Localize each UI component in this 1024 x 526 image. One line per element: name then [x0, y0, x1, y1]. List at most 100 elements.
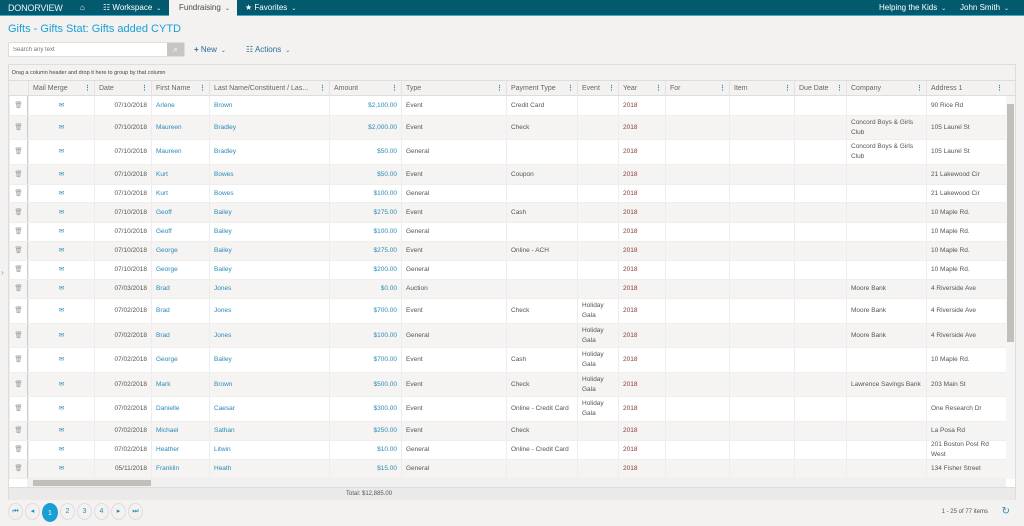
- column-menu-icon[interactable]: ⋮: [496, 81, 503, 96]
- table-row[interactable]: 🗑︎ ✉ 07/02/2018 Danielle Caesar $300.00 Event O…: [9, 397, 1006, 422]
- scroll-thumb[interactable]: [33, 480, 151, 486]
- trash-icon[interactable]: 🗑︎: [9, 299, 28, 323]
- user-menu[interactable]: John Smith ⌄: [960, 0, 1009, 16]
- group-by-hint[interactable]: Drag a column header and drop it here to…: [9, 65, 1015, 81]
- cell-first-name[interactable]: Geoff: [151, 203, 209, 222]
- column-header[interactable]: Amount ⋮: [329, 81, 401, 96]
- mail-merge-icon[interactable]: ✉: [28, 441, 94, 459]
- mail-merge-icon[interactable]: ✉: [28, 422, 94, 440]
- column-menu-icon[interactable]: ⋮: [567, 81, 574, 96]
- org-menu[interactable]: Helping the Kids ⌄: [879, 0, 946, 16]
- column-menu-icon[interactable]: ⋮: [608, 81, 615, 96]
- cell-first-name[interactable]: Maureen: [151, 116, 209, 139]
- column-menu-icon[interactable]: ⋮: [784, 81, 791, 96]
- cell-last-name[interactable]: Bradley: [209, 140, 329, 164]
- column-menu-icon[interactable]: ⋮: [199, 81, 206, 96]
- nav-workspace[interactable]: ☷ Workspace ⌄: [103, 0, 161, 16]
- cell-first-name[interactable]: Kurt: [151, 165, 209, 184]
- cell-last-name[interactable]: Jones: [209, 299, 329, 323]
- column-header[interactable]: Item ⋮: [729, 81, 794, 96]
- column-header[interactable]: First Name ⋮: [151, 81, 209, 96]
- cell-first-name[interactable]: Brad: [151, 324, 209, 347]
- mail-merge-icon[interactable]: ✉: [28, 324, 94, 347]
- column-header[interactable]: Mail Merge ⋮: [28, 81, 94, 96]
- mail-merge-icon[interactable]: ✉: [28, 185, 94, 202]
- refresh-icon[interactable]: ↻: [1002, 506, 1010, 517]
- cell-last-name[interactable]: Jones: [209, 280, 329, 298]
- horizontal-scrollbar[interactable]: [27, 479, 1006, 487]
- mail-merge-icon[interactable]: ✉: [28, 96, 94, 115]
- trash-icon[interactable]: 🗑︎: [9, 140, 28, 164]
- cell-first-name[interactable]: George: [151, 348, 209, 372]
- trash-icon[interactable]: 🗑︎: [9, 116, 28, 139]
- next-page-icon[interactable]: ▸: [111, 503, 126, 520]
- cell-last-name[interactable]: Bailey: [209, 242, 329, 260]
- column-header[interactable]: Last Name/Constituent / Las... ⋮: [209, 81, 329, 96]
- column-header[interactable]: Address 1 ⋮: [926, 81, 1006, 96]
- column-menu-icon[interactable]: ⋮: [84, 81, 91, 96]
- cell-last-name[interactable]: Bailey: [209, 203, 329, 222]
- column-menu-icon[interactable]: ⋮: [916, 81, 923, 96]
- cell-first-name[interactable]: Geoff: [151, 223, 209, 241]
- table-row[interactable]: 🗑︎ ✉ 07/10/2018 George Bailey $275.00 Event Onl…: [9, 242, 1006, 261]
- cell-first-name[interactable]: Kurt: [151, 185, 209, 202]
- table-row[interactable]: 🗑︎ ✉ 07/10/2018 Arlene Brown $2,100.00 Event Cr…: [9, 96, 1006, 116]
- table-row[interactable]: 🗑︎ ✉ 07/10/2018 Maureen Bradley $50.00 General…: [9, 140, 1006, 165]
- cell-first-name[interactable]: Danielle: [151, 397, 209, 421]
- cell-first-name[interactable]: Maureen: [151, 140, 209, 164]
- mail-merge-icon[interactable]: ✉: [28, 373, 94, 396]
- table-row[interactable]: 🗑︎ ✉ 07/10/2018 Geoff Bailey $100.00 General 20…: [9, 223, 1006, 242]
- table-row[interactable]: 🗑︎ ✉ 07/10/2018 Geoff Bailey $275.00 Event Cash…: [9, 203, 1006, 223]
- column-menu-icon[interactable]: ⋮: [836, 81, 843, 96]
- trash-icon[interactable]: 🗑︎: [9, 348, 28, 372]
- table-row[interactable]: 🗑︎ ✉ 07/02/2018 Brad Jones $100.00 General Holi…: [9, 324, 1006, 348]
- trash-icon[interactable]: 🗑︎: [9, 96, 28, 115]
- mail-merge-icon[interactable]: ✉: [28, 116, 94, 139]
- mail-merge-icon[interactable]: ✉: [28, 223, 94, 241]
- nav-favorites[interactable]: ★ Favorites ⌄: [245, 0, 296, 16]
- mail-merge-icon[interactable]: ✉: [28, 299, 94, 323]
- cell-first-name[interactable]: Brad: [151, 299, 209, 323]
- table-row[interactable]: 🗑︎ ✉ 07/02/2018 Brad Jones $700.00 Event Check H…: [9, 299, 1006, 324]
- prev-page-icon[interactable]: ◂: [25, 503, 40, 520]
- trash-icon[interactable]: 🗑︎: [9, 460, 28, 478]
- cell-first-name[interactable]: Mark: [151, 373, 209, 396]
- cell-first-name[interactable]: Brad: [151, 280, 209, 298]
- first-page-icon[interactable]: ⏮: [8, 503, 23, 520]
- mail-merge-icon[interactable]: ✉: [28, 460, 94, 478]
- vertical-scrollbar[interactable]: [1006, 96, 1015, 479]
- table-row[interactable]: 🗑︎ ✉ 07/10/2018 George Bailey $200.00 General 2…: [9, 261, 1006, 280]
- table-row[interactable]: 🗑︎ ✉ 07/02/2018 George Bailey $700.00 Event Cas…: [9, 348, 1006, 373]
- table-row[interactable]: 🗑︎ ✉ 07/10/2018 Maureen Bradley $2,000.00 Even…: [9, 116, 1006, 140]
- trash-icon[interactable]: 🗑︎: [9, 324, 28, 347]
- table-row[interactable]: 🗑︎ ✉ 05/11/2018 Franklin Heath $15.00 General 2…: [9, 460, 1006, 479]
- column-header[interactable]: Payment Type ⋮: [506, 81, 577, 96]
- column-header[interactable]: Date ⋮: [94, 81, 151, 96]
- home-icon[interactable]: ⌂: [80, 0, 85, 16]
- cell-last-name[interactable]: Jones: [209, 324, 329, 347]
- trash-icon[interactable]: 🗑︎: [9, 203, 28, 222]
- cell-first-name[interactable]: George: [151, 242, 209, 260]
- nav-fundraising[interactable]: Fundraising ⌄: [169, 0, 237, 16]
- column-header[interactable]: Company ⋮: [846, 81, 926, 96]
- column-menu-icon[interactable]: ⋮: [719, 81, 726, 96]
- cell-first-name[interactable]: Michael: [151, 422, 209, 440]
- column-menu-icon[interactable]: ⋮: [141, 81, 148, 96]
- column-header[interactable]: Year ⋮: [618, 81, 665, 96]
- page-2-button[interactable]: 2: [60, 503, 75, 520]
- table-row[interactable]: 🗑︎ ✉ 07/10/2018 Kurt Bowes $50.00 Event Coupon 2…: [9, 165, 1006, 185]
- table-row[interactable]: 🗑︎ ✉ 07/10/2018 Kurt Bowes $100.00 General 2018…: [9, 185, 1006, 203]
- trash-icon[interactable]: 🗑︎: [9, 165, 28, 184]
- actions-button[interactable]: ☷ Actions ⌄: [246, 45, 290, 54]
- cell-last-name[interactable]: Bailey: [209, 261, 329, 279]
- trash-icon[interactable]: 🗑︎: [9, 185, 28, 202]
- cell-first-name[interactable]: Arlene: [151, 96, 209, 115]
- trash-icon[interactable]: 🗑︎: [9, 261, 28, 279]
- column-menu-icon[interactable]: ⋮: [391, 81, 398, 96]
- new-button[interactable]: + New ⌄: [194, 45, 226, 54]
- mail-merge-icon[interactable]: ✉: [28, 348, 94, 372]
- page-4-button[interactable]: 4: [94, 503, 109, 520]
- table-row[interactable]: 🗑︎ ✉ 07/03/2018 Brad Jones $0.00 Auction 2018 Mo…: [9, 280, 1006, 299]
- column-header[interactable]: Due Date ⋮: [794, 81, 846, 96]
- last-page-icon[interactable]: ⏭: [128, 503, 143, 520]
